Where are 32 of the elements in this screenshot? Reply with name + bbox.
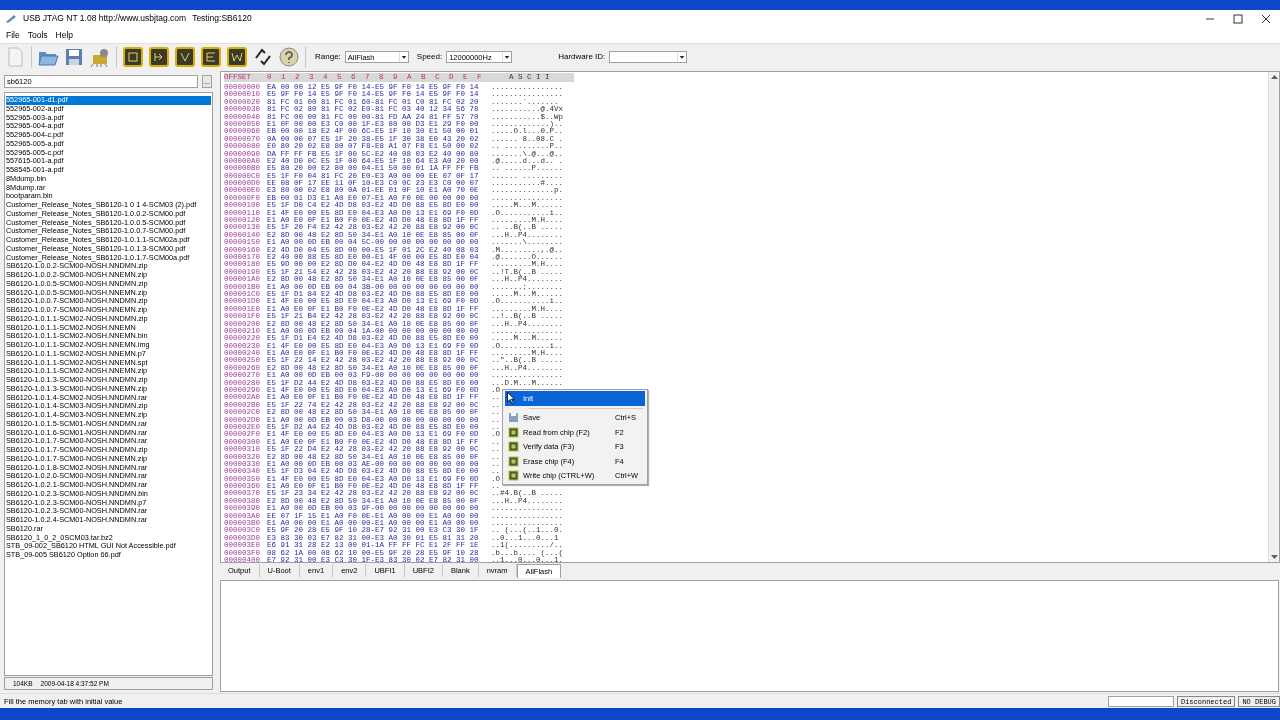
scroll-up-icon[interactable]	[1269, 72, 1280, 82]
chip-write-icon	[508, 470, 519, 482]
chip-read-icon	[508, 426, 519, 438]
chip-id-icon[interactable]	[122, 46, 144, 68]
menu-item[interactable]: Tools	[23, 29, 52, 41]
save-icon	[508, 412, 519, 424]
window-title: USB JTAG NT 1.08 http://www.usbjtag.com	[23, 13, 187, 24]
status-field	[1107, 695, 1174, 707]
reconnect-icon[interactable]	[252, 46, 274, 68]
chip-erase-icon	[508, 455, 519, 467]
caret-icon	[398, 52, 408, 62]
caret-icon	[677, 52, 687, 62]
field-label: Speed:	[416, 52, 443, 62]
caret-icon	[502, 52, 512, 62]
mouse-cursor-icon	[507, 392, 515, 404]
chip-settings-icon[interactable]	[89, 46, 111, 68]
window-subtitle: Testing:SB6120	[192, 13, 252, 24]
field-label: Range:	[315, 52, 341, 62]
help-icon[interactable]	[278, 46, 300, 68]
hardware-id-dropdown[interactable]	[609, 51, 688, 63]
chip-verify-icon[interactable]	[174, 46, 196, 68]
chip-read-icon[interactable]	[148, 46, 170, 68]
scroll-down-icon[interactable]	[1269, 552, 1280, 562]
menu-item[interactable]: Help	[51, 29, 78, 41]
save-icon[interactable]	[63, 46, 85, 68]
app-icon	[5, 13, 17, 24]
chip-verify-icon	[508, 441, 519, 453]
scrollbar[interactable]	[1268, 72, 1279, 562]
menu-item[interactable]: File	[2, 29, 24, 41]
chip-erase-icon[interactable]	[200, 46, 222, 68]
field-label: Hardware ID:	[558, 52, 606, 62]
chip-write-icon[interactable]	[226, 46, 248, 68]
